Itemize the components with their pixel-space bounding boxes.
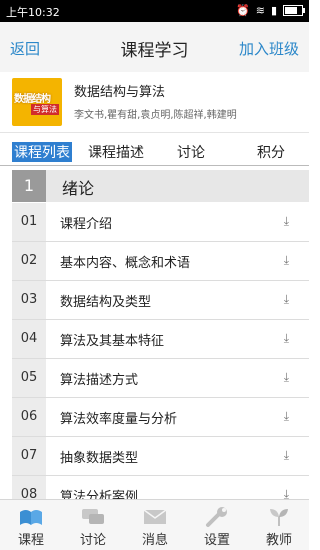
tab-course-list[interactable]: 课程列表: [12, 142, 72, 162]
nav-label: 讨论: [79, 533, 106, 548]
status-bar: 上午10:32 ⏰ ≋ ▮: [0, 0, 309, 22]
nav-label: 设置: [203, 533, 230, 548]
course-authors: 李文书,瞿有甜,袁贞明,陈超祥,韩建明: [74, 110, 237, 121]
nav-messages[interactable]: 消息: [124, 500, 186, 550]
cover-title: 数据结构: [14, 94, 51, 105]
lesson-title: 算法效率度量与分析: [60, 412, 178, 427]
lesson-row[interactable]: 04 算法及其基本特征 ⤓: [12, 320, 309, 359]
alarm-icon: ⏰: [236, 4, 250, 17]
nav-label: 教师: [265, 533, 292, 548]
tab-course-description[interactable]: 课程描述: [88, 142, 144, 162]
tab-points[interactable]: 积分: [257, 142, 285, 162]
lesson-index: 01: [12, 203, 46, 241]
lesson-index: 03: [12, 281, 46, 319]
mail-icon: [143, 509, 167, 524]
join-class-button[interactable]: 加入班级: [239, 38, 299, 59]
lesson-index: 02: [12, 242, 46, 280]
download-icon[interactable]: ⤓: [284, 331, 289, 346]
signal-icon: ▮: [270, 4, 277, 17]
tab-divider: [0, 165, 309, 166]
download-icon[interactable]: ⤓: [284, 448, 289, 463]
cover-subtitle: 与算法: [31, 104, 59, 115]
course-info[interactable]: 数据结构 与算法 数据结构与算法 李文书,瞿有甜,袁贞明,陈超祥,韩建明: [0, 72, 309, 133]
status-time: 上午10:32: [6, 6, 60, 19]
download-icon[interactable]: ⤓: [284, 214, 289, 229]
course-cover-image: 数据结构 与算法: [12, 78, 62, 126]
download-icon[interactable]: ⤓: [284, 253, 289, 268]
nav-label: 消息: [141, 533, 168, 548]
lesson-list: 01 课程介绍 ⤓ 02 基本内容、概念和术语 ⤓ 03 数据结构及类型 ⤓ 0…: [12, 203, 309, 515]
lesson-title: 算法及其基本特征: [60, 334, 165, 349]
lesson-row[interactable]: 05 算法描述方式 ⤓: [12, 359, 309, 398]
lesson-row[interactable]: 07 抽象数据类型 ⤓: [12, 437, 309, 476]
nav-course[interactable]: 课程: [0, 500, 62, 550]
nav-header: 返回 课程学习 加入班级: [0, 22, 309, 73]
course-name: 数据结构与算法: [74, 85, 166, 100]
lesson-index: 07: [12, 437, 46, 475]
lesson-title: 抽象数据类型: [60, 451, 139, 466]
lesson-title: 课程介绍: [60, 217, 113, 232]
sprout-icon: [270, 509, 288, 526]
nav-teacher[interactable]: 教师: [248, 500, 310, 550]
nav-discussion[interactable]: 讨论: [62, 500, 124, 550]
lesson-index: 05: [12, 359, 46, 397]
download-icon[interactable]: ⤓: [284, 292, 289, 307]
lesson-row[interactable]: 03 数据结构及类型 ⤓: [12, 281, 309, 320]
nav-label: 课程: [17, 533, 44, 548]
wrench-icon: [206, 507, 227, 527]
tab-discussion[interactable]: 讨论: [177, 142, 205, 162]
nav-settings[interactable]: 设置: [186, 500, 248, 550]
battery-icon: [283, 5, 305, 16]
wifi-icon: ≋: [255, 4, 265, 17]
book-icon: [20, 510, 42, 525]
chat-icon: [82, 509, 104, 524]
lesson-row[interactable]: 06 算法效率度量与分析 ⤓: [12, 398, 309, 437]
tab-bar: 课程列表 课程描述 讨论 积分: [0, 136, 309, 166]
download-icon[interactable]: ⤓: [284, 409, 289, 424]
chapter-header[interactable]: 1 绪论: [12, 170, 309, 202]
chapter-number: 1: [12, 170, 46, 202]
bottom-nav: 课程 讨论 消息 设置 教师: [0, 499, 309, 550]
lesson-title: 算法描述方式: [60, 373, 139, 388]
status-icons: ⏰ ≋ ▮: [236, 4, 305, 17]
lesson-index: 04: [12, 320, 46, 358]
lesson-title: 数据结构及类型: [60, 295, 152, 310]
lesson-index: 06: [12, 398, 46, 436]
lesson-row[interactable]: 01 课程介绍 ⤓: [12, 203, 309, 242]
download-icon[interactable]: ⤓: [284, 370, 289, 385]
chapter-title: 绪论: [62, 179, 95, 198]
lesson-title: 基本内容、概念和术语: [60, 256, 191, 271]
lesson-row[interactable]: 02 基本内容、概念和术语 ⤓: [12, 242, 309, 281]
